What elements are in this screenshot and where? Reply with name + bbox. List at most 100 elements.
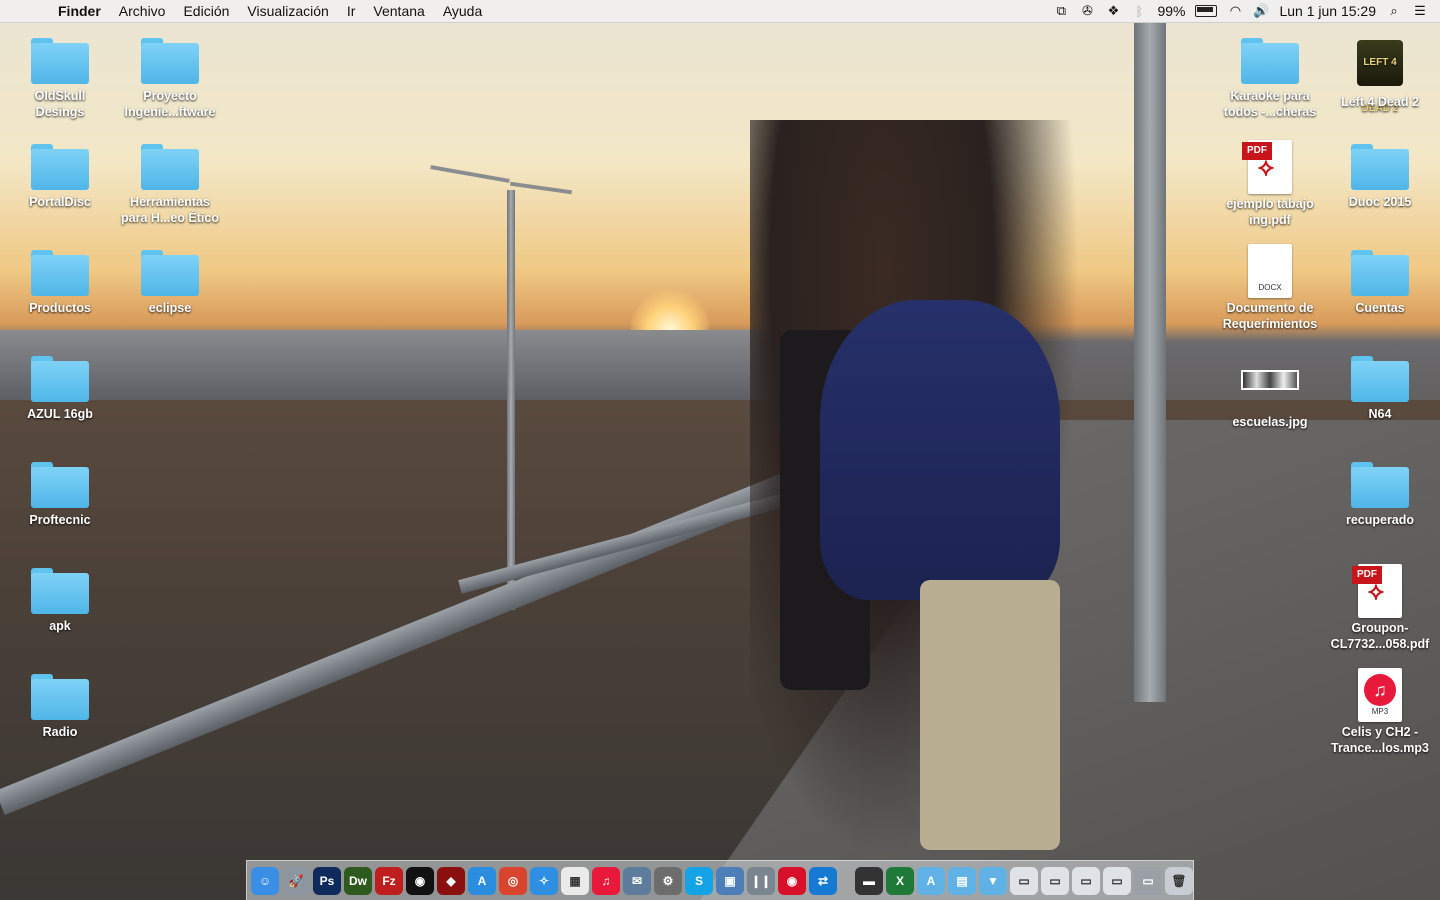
wallpaper-pole (1134, 22, 1166, 702)
desktop-folder[interactable]: recuperado (1325, 462, 1435, 528)
skype-icon[interactable]: S (685, 866, 713, 895)
excel-stack-icon[interactable]: X (886, 866, 914, 895)
folder-icon (31, 462, 89, 508)
desktop-file-docx[interactable]: DOCX Documento de Requerimientos (1215, 244, 1325, 332)
stack-3-icon[interactable]: ▭ (1072, 866, 1100, 895)
folder-icon (141, 38, 199, 84)
desktop-file-mp3[interactable]: ♫ MP3 Celis y CH2 - Trance...los.mp3 (1325, 668, 1435, 756)
trash-icon[interactable]: 🗑 (1165, 866, 1193, 895)
desktop-item-label: apk (49, 619, 71, 633)
folder-icon (31, 38, 89, 84)
dropbox-icon[interactable]: ❖ (1105, 3, 1121, 18)
menu-ventana[interactable]: Ventana (373, 3, 424, 19)
desktop-item-label: Documento de Requerimientos (1222, 301, 1318, 331)
folder-icon (141, 250, 199, 296)
desktop-file-pdf[interactable]: PDF ⟡ ejemplo tabajo ing.pdf (1215, 140, 1325, 228)
desktop-folder[interactable]: Radio (5, 674, 115, 740)
desktop-file-jpg[interactable]: escuelas.jpg (1215, 356, 1325, 430)
grid-app-icon[interactable]: ▦ (561, 866, 589, 895)
desktop-item-label: Karaoke para todos -...cheras (1223, 89, 1317, 119)
downloads-folder-icon[interactable]: ▼ (979, 866, 1007, 895)
terminal-stack-icon[interactable]: ▬ (855, 866, 883, 895)
battery-percent[interactable]: 99% (1157, 3, 1185, 19)
desktop-item-label: Proftecnic (29, 513, 91, 527)
menu-app-finder[interactable]: Finder (58, 3, 101, 19)
desktop-folder[interactable]: AZUL 16gb (5, 356, 115, 422)
folder-icon (1351, 462, 1409, 508)
desktop-item-label: N64 (1368, 407, 1392, 421)
desktop-app-left4dead2[interactable]: LEFT 4 DEAD 2 Left 4 Dead 2 (1325, 40, 1435, 114)
filezilla-icon[interactable]: Fz (375, 866, 403, 895)
menu-edicion[interactable]: Edición (183, 3, 229, 19)
finder-icon[interactable]: ☺ (251, 866, 279, 895)
desktop-item-label: PortalDisc (29, 195, 91, 209)
desktop-folder[interactable]: Proftecnic (5, 462, 115, 528)
dreamweaver-icon[interactable]: Dw (344, 866, 372, 895)
desktop-folder[interactable]: eclipse (115, 250, 225, 316)
desktop-folder[interactable]: PortalDisc (5, 144, 115, 210)
utility-app-icon[interactable]: ▣ (716, 866, 744, 895)
docx-file-icon: DOCX (1248, 244, 1292, 298)
audio-app-icon[interactable]: ◉ (406, 866, 434, 895)
screen-mirroring-icon[interactable]: ⧉ (1053, 3, 1069, 18)
teamviewer-icon[interactable]: ⇄ (809, 866, 837, 895)
menu-ayuda[interactable]: Ayuda (443, 3, 482, 19)
mail-app-icon[interactable]: ✉ (623, 866, 651, 895)
desktop-item-label: eclipse (148, 301, 192, 315)
desktop-folder[interactable]: OldSkull Desings (5, 38, 115, 120)
stack-4-icon[interactable]: ▭ (1103, 866, 1131, 895)
menu-ir[interactable]: Ir (347, 3, 356, 19)
menu-archivo[interactable]: Archivo (119, 3, 166, 19)
menu-bar: Finder Archivo Edición Visualización Ir … (0, 0, 1440, 23)
app-store-icon[interactable]: A (468, 866, 496, 895)
launchpad-icon[interactable]: 🚀 (282, 866, 310, 895)
system-preferences-icon[interactable]: ⚙ (654, 866, 682, 895)
utility-status-icon[interactable]: ✇ (1079, 3, 1095, 18)
desktop-folder[interactable]: Duoc 2015 (1325, 144, 1435, 210)
bluetooth-icon[interactable]: ᛒ (1131, 4, 1147, 19)
desktop-folder[interactable]: N64 (1325, 356, 1435, 422)
folder-icon (31, 674, 89, 720)
folder-icon (1351, 250, 1409, 296)
stack-1-icon[interactable]: ▭ (1010, 866, 1038, 895)
music-app-red-icon[interactable]: ◉ (778, 866, 806, 895)
photoshop-icon[interactable]: Ps (313, 866, 341, 895)
folder-icon (31, 144, 89, 190)
wallpaper-lamp-arm (430, 165, 510, 183)
desktop-folder[interactable]: Productos (5, 250, 115, 316)
wallpaper-lamp-arm (510, 181, 572, 195)
desktop-folder[interactable]: Cuentas (1325, 250, 1435, 316)
volume-icon[interactable]: 🔊 (1253, 3, 1269, 18)
desktop-item-label: Productos (29, 301, 91, 315)
itunes-icon[interactable]: ♫ (592, 866, 620, 895)
menu-clock[interactable]: Lun 1 jun 15:29 (1279, 3, 1376, 19)
chrome-icon[interactable]: ◎ (499, 866, 527, 895)
red-app-icon[interactable]: ◆ (437, 866, 465, 895)
folder-icon (31, 568, 89, 614)
documents-folder-icon[interactable]: ▤ (948, 866, 976, 895)
desktop-folder[interactable]: Proyecto Ingenie...ftware (115, 38, 225, 120)
wallpaper-figure (920, 580, 1060, 850)
desktop-item-label: AZUL 16gb (27, 407, 93, 421)
stack-2-icon[interactable]: ▭ (1041, 866, 1069, 895)
folder-icon (141, 144, 199, 190)
battery-icon[interactable] (1195, 5, 1218, 17)
desktop-file-pdf[interactable]: PDF ⟡ Groupon- CL7732...058.pdf (1325, 564, 1435, 652)
folder-icon (31, 356, 89, 402)
pause-app-icon[interactable]: ❙❙ (747, 866, 775, 895)
desktop-folder[interactable]: Karaoke para todos -...cheras (1215, 38, 1325, 120)
safari-icon[interactable]: ✧ (530, 866, 558, 895)
desktop-folder[interactable]: apk (5, 568, 115, 634)
stack-5-icon[interactable]: ▭ (1134, 866, 1162, 895)
menu-extras: ⧉ ✇ ❖ ᛒ 99% ◠ 🔊 Lun 1 jun 15:29 ⌕ ☰ (1053, 3, 1428, 19)
applications-folder-icon[interactable]: A (917, 866, 945, 895)
desktop-item-label: Herramientas para H...eo Ético (121, 195, 219, 225)
wifi-icon[interactable]: ◠ (1227, 3, 1243, 18)
desktop-folder[interactable]: Herramientas para H...eo Ético (115, 144, 225, 226)
folder-icon (1351, 356, 1409, 402)
mp3-file-icon: ♫ MP3 (1358, 668, 1402, 722)
desktop-item-label: Duoc 2015 (1348, 195, 1412, 209)
spotlight-search-icon[interactable]: ⌕ (1386, 3, 1402, 18)
notification-center-icon[interactable]: ☰ (1412, 3, 1428, 18)
menu-visualizacion[interactable]: Visualización (247, 3, 328, 19)
